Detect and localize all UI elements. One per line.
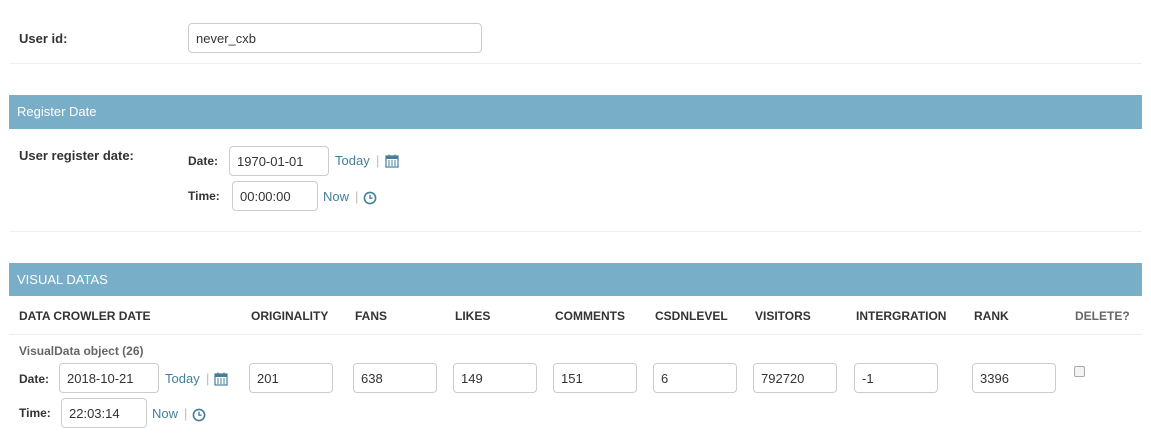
column-header-visitors: VISITORS xyxy=(755,309,811,323)
visualdata-object-label: VisualData object (26) xyxy=(19,344,144,358)
register-date-input[interactable] xyxy=(229,146,329,176)
register-time-label: Time: xyxy=(188,189,220,203)
user-id-input[interactable] xyxy=(188,23,482,53)
comments-input[interactable] xyxy=(553,363,637,393)
column-header-delete: DELETE? xyxy=(1075,309,1130,323)
crawler-today-link[interactable]: Today xyxy=(165,371,200,386)
visual-datas-header: VISUAL DATAS xyxy=(9,263,1142,297)
calendar-icon[interactable] xyxy=(385,154,399,168)
column-header-crawler-date: DATA CROWLER DATE xyxy=(19,309,151,323)
register-date-label: Date: xyxy=(188,154,219,168)
column-header-originality: ORIGINALITY xyxy=(251,309,329,323)
separator: | xyxy=(376,153,380,168)
column-header-fans: FANS xyxy=(355,309,388,323)
calendar-icon[interactable] xyxy=(214,372,228,386)
column-header-rank: RANK xyxy=(974,309,1009,323)
intergration-input[interactable] xyxy=(854,363,938,393)
separator: | xyxy=(184,406,188,421)
column-header-likes: LIKES xyxy=(455,309,491,323)
crawler-date-input[interactable] xyxy=(59,363,159,393)
clock-icon[interactable] xyxy=(363,191,377,205)
divider xyxy=(9,63,1142,64)
fans-input[interactable] xyxy=(353,363,437,393)
register-date-field-label: User register date: xyxy=(19,148,134,163)
visitors-input[interactable] xyxy=(753,363,837,393)
crawler-now-link[interactable]: Now xyxy=(152,406,178,421)
likes-input[interactable] xyxy=(453,363,537,393)
register-now-link[interactable]: Now xyxy=(323,189,349,204)
user-id-label: User id: xyxy=(19,31,68,46)
register-date-header: Register Date xyxy=(9,95,1142,129)
divider xyxy=(9,231,1142,232)
column-header-csdnlevel: CSDNLEVEL xyxy=(655,309,728,323)
column-header-comments: COMMENTS xyxy=(555,309,625,323)
separator: | xyxy=(355,189,359,204)
column-header-intergration: INTERGRATION xyxy=(856,309,947,323)
rank-input[interactable] xyxy=(972,363,1056,393)
crawler-time-label: Time: xyxy=(19,406,51,420)
originality-input[interactable] xyxy=(249,363,333,393)
register-today-link[interactable]: Today xyxy=(335,153,370,168)
register-time-input[interactable] xyxy=(232,181,318,211)
clock-icon[interactable] xyxy=(192,408,206,422)
delete-checkbox[interactable] xyxy=(1074,366,1085,377)
crawler-date-label: Date: xyxy=(19,372,50,386)
crawler-time-input[interactable] xyxy=(61,398,147,428)
csdnlevel-input[interactable] xyxy=(653,363,737,393)
separator: | xyxy=(206,371,210,386)
